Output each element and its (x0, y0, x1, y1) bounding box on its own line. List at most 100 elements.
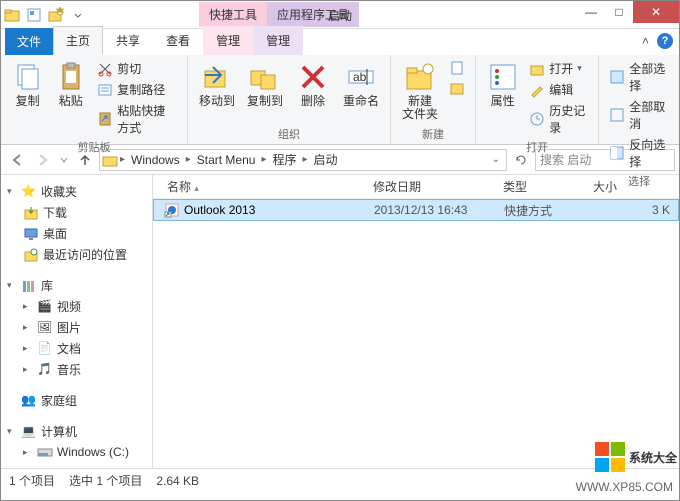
ribbon-tab-strip: 文件 主页 共享 查看 管理 管理 ˄ ? (1, 29, 679, 55)
copy-button[interactable]: 复制 (9, 59, 46, 110)
breadcrumb-startup[interactable]: 启动 (310, 149, 342, 170)
file-row[interactable]: Outlook 2013 2013/12/13 16:43 快捷方式 3 K (153, 199, 679, 221)
ribbon-group-clipboard: 复制 粘贴 剪切 复制路径 粘贴快捷方式 剪贴板 (1, 55, 188, 144)
star-icon: ⭐ (21, 184, 37, 200)
branding-watermark: 系统大全 (595, 442, 677, 472)
sidebar-item-desktop[interactable]: 桌面 (1, 223, 152, 244)
sidebar-homegroup[interactable]: 👥家庭组 (1, 390, 152, 411)
column-headers[interactable]: 名称 ▴ 修改日期 类型 大小 (153, 175, 679, 199)
navigation-pane[interactable]: ▾⭐收藏夹 下载 桌面 最近访问的位置 ▾库 ▸🎬视频 ▸🖼图片 ▸📄文档 ▸🎵… (1, 175, 153, 468)
breadcrumb-start-menu[interactable]: Start Menu (193, 151, 260, 169)
group-label-open: 打开 (484, 137, 590, 155)
breadcrumb-programs[interactable]: 程序 (268, 149, 300, 170)
chevron-right-icon[interactable]: ▸ (303, 154, 308, 165)
rename-button[interactable]: ab重命名 (340, 59, 382, 110)
desktop-icon (23, 226, 39, 242)
sidebar-item-videos[interactable]: ▸🎬视频 (1, 296, 152, 317)
window-title: 启动 (328, 7, 352, 24)
context-tab-shortcut-tools[interactable]: 快捷工具 (199, 2, 267, 27)
copy-to-button[interactable]: 复制到 (244, 59, 286, 110)
picture-icon: 🖼 (37, 320, 53, 336)
qat-dropdown-icon[interactable] (69, 6, 87, 24)
tab-manage-2[interactable]: 管理 (253, 26, 303, 55)
select-none-button[interactable]: 全部取消 (607, 97, 671, 133)
music-icon: 🎵 (37, 362, 53, 378)
computer-icon: 💻 (21, 424, 37, 440)
chevron-right-icon[interactable]: ▸ (120, 154, 125, 165)
properties-icon[interactable] (25, 6, 43, 24)
file-date: 2013/12/13 16:43 (374, 203, 504, 217)
easy-access-button[interactable] (447, 79, 467, 97)
sidebar-libraries-head[interactable]: ▾库 (1, 275, 152, 296)
new-item-button[interactable] (447, 59, 467, 77)
paste-shortcut-button[interactable]: 粘贴快捷方式 (95, 101, 179, 137)
address-dropdown-icon[interactable]: ⌄ (488, 154, 504, 165)
properties-button[interactable]: 属性 (484, 59, 521, 110)
chevron-down-icon: ▾ (7, 186, 17, 197)
move-to-button[interactable]: 移动到 (196, 59, 238, 110)
chevron-right-icon: ▸ (23, 322, 33, 333)
open-button[interactable]: 打开▾ (527, 59, 590, 78)
svg-text:ab: ab (353, 70, 367, 84)
group-label-clipboard: 剪贴板 (9, 137, 179, 155)
svg-text:★: ★ (55, 7, 64, 17)
delete-button[interactable]: 删除 (292, 59, 334, 110)
sidebar-item-downloads[interactable]: 下载 (1, 202, 152, 223)
new-folder-icon[interactable]: ★ (47, 6, 65, 24)
column-type[interactable]: 类型 (503, 178, 593, 195)
invert-selection-button[interactable]: 反向选择 (607, 135, 671, 171)
cut-button[interactable]: 剪切 (95, 59, 179, 78)
copy-path-button[interactable]: 复制路径 (95, 80, 179, 99)
chevron-right-icon: ▸ (23, 364, 33, 375)
tab-manage-1[interactable]: 管理 (203, 26, 253, 55)
ribbon-group-organize: 移动到 复制到 删除 ab重命名 组织 (188, 55, 391, 144)
title-bar: ★ 快捷工具 应用程序工具 启动 — □ ✕ (1, 1, 679, 29)
chevron-right-icon: ▸ (23, 301, 33, 312)
tab-share[interactable]: 共享 (103, 26, 153, 55)
tab-view[interactable]: 查看 (153, 26, 203, 55)
ribbon: 复制 粘贴 剪切 复制路径 粘贴快捷方式 剪贴板 移动到 复制到 删除 ab重命… (1, 55, 679, 145)
paste-button[interactable]: 粘贴 (52, 59, 89, 110)
sidebar-favorites-head[interactable]: ▾⭐收藏夹 (1, 181, 152, 202)
shortcut-icon (164, 202, 180, 218)
file-list-pane: 名称 ▴ 修改日期 类型 大小 Outlook 2013 2013/12/13 … (153, 175, 679, 468)
file-type: 快捷方式 (504, 202, 594, 219)
branding-url: WWW.XP85.COM (576, 480, 673, 494)
maximize-button[interactable]: □ (605, 1, 633, 23)
sidebar-item-recent[interactable]: 最近访问的位置 (1, 244, 152, 265)
column-name[interactable]: 名称 ▴ (153, 178, 373, 195)
status-selected-count: 选中 1 个项目 (69, 472, 142, 489)
help-icon[interactable]: ? (657, 33, 673, 49)
edit-button[interactable]: 编辑 (527, 80, 590, 99)
history-button[interactable]: 历史记录 (527, 101, 590, 137)
minimize-button[interactable]: — (577, 1, 605, 23)
tab-file[interactable]: 文件 (5, 28, 53, 55)
window-controls: — □ ✕ (577, 1, 679, 23)
homegroup-icon: 👥 (21, 393, 37, 409)
tab-home[interactable]: 主页 (53, 26, 103, 55)
sidebar-item-pictures[interactable]: ▸🖼图片 (1, 317, 152, 338)
logo-icon (595, 442, 625, 472)
column-date[interactable]: 修改日期 (373, 178, 503, 195)
chevron-right-icon[interactable]: ▸ (261, 154, 266, 165)
chevron-down-icon: ▾ (7, 280, 17, 291)
ribbon-collapse-icon[interactable]: ˄ (642, 34, 649, 48)
select-all-button[interactable]: 全部选择 (607, 59, 671, 95)
status-item-count: 1 个项目 (9, 472, 55, 489)
group-label-organize: 组织 (196, 124, 382, 142)
sort-asc-icon: ▴ (194, 183, 199, 193)
sidebar-computer-head[interactable]: ▾💻计算机 (1, 421, 152, 442)
status-size: 2.64 KB (156, 474, 199, 488)
sidebar-item-music[interactable]: ▸🎵音乐 (1, 359, 152, 380)
new-folder-button[interactable]: 新建 文件夹 (399, 59, 441, 123)
chevron-right-icon: ▸ (23, 343, 33, 354)
folder-icon (3, 6, 21, 24)
chevron-down-icon: ▾ (7, 426, 17, 437)
sidebar-item-documents[interactable]: ▸📄文档 (1, 338, 152, 359)
file-size: 3 K (594, 203, 678, 217)
sidebar-item-drive-c[interactable]: ▸Windows (C:) (1, 442, 152, 462)
close-button[interactable]: ✕ (633, 1, 679, 23)
chevron-right-icon[interactable]: ▸ (186, 154, 191, 165)
quick-access-toolbar: ★ (1, 6, 89, 24)
file-name: Outlook 2013 (184, 203, 255, 217)
